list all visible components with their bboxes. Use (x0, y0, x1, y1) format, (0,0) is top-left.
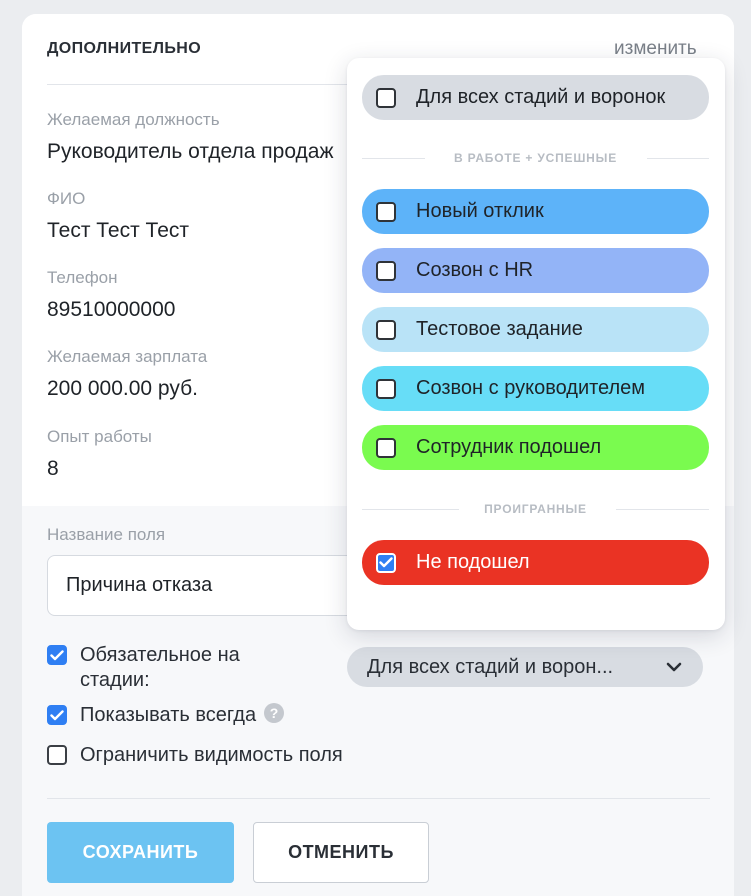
option-checkbox[interactable] (376, 378, 396, 399)
field-label-position: Желаемая должность (47, 110, 220, 129)
field-label-salary: Желаемая зарплата (47, 347, 208, 366)
restrict-label: Ограничить видимость поля (80, 744, 343, 766)
always-show-label: Показывать всегда (80, 704, 257, 726)
required-checkbox[interactable] (47, 645, 67, 665)
dropdown-option-stage[interactable]: Тестовое задание (362, 307, 709, 352)
checkmark-icon (50, 709, 64, 720)
stage-select[interactable]: Для всех стадий и ворон... (347, 647, 703, 687)
option-label: Созвон с руководителем (416, 377, 646, 399)
help-icon[interactable]: ? (264, 703, 285, 723)
always-show-checkbox-row[interactable]: Показывать всегда ? (47, 703, 285, 728)
restrict-checkbox-row[interactable]: Ограничить видимость поля (47, 743, 343, 768)
required-checkbox-row[interactable]: Обязательное на стадии: (47, 643, 307, 693)
checkmark-icon (50, 649, 64, 660)
option-checkbox[interactable] (376, 319, 396, 340)
dropdown-option-stage[interactable]: Новый отклик (362, 189, 709, 234)
dropdown-option-stage[interactable]: Не подошел (362, 540, 709, 585)
dropdown-option-all[interactable]: Для всех стадий и воронок (362, 75, 709, 120)
option-checkbox[interactable] (376, 552, 396, 573)
field-value-position: Руководитель отдела продаж (47, 140, 334, 163)
option-label: Сотрудник подошел (416, 436, 602, 458)
divider (47, 798, 710, 799)
dropdown-option-stage[interactable]: Сотрудник подошел (362, 425, 709, 470)
edit-link[interactable]: изменить (614, 38, 697, 60)
field-label-experience: Опыт работы (47, 427, 152, 446)
option-label: Созвон с HR (416, 259, 534, 281)
group-header-lost: ПРОИГРАННЫЕ (362, 502, 709, 516)
option-checkbox[interactable] (376, 87, 396, 108)
option-checkbox[interactable] (376, 201, 396, 222)
field-value-experience: 8 (47, 457, 59, 480)
checkmark-icon (379, 557, 393, 568)
option-label: Тестовое задание (416, 318, 583, 340)
dropdown-option-stage[interactable]: Созвон с руководителем (362, 366, 709, 411)
field-label-name: ФИО (47, 189, 86, 208)
restrict-checkbox[interactable] (47, 745, 67, 765)
field-value-phone: 89510000000 (47, 298, 176, 321)
save-button[interactable]: СОХРАНИТЬ (47, 822, 234, 883)
always-show-checkbox[interactable] (47, 705, 67, 725)
cancel-button[interactable]: ОТМЕНИТЬ (253, 822, 429, 883)
field-value-name: Тест Тест Тест (47, 219, 190, 242)
chevron-down-icon (666, 662, 682, 672)
group-label: В РАБОТЕ + УСПЕШНЫЕ (453, 151, 618, 165)
field-label-phone: Телефон (47, 268, 118, 287)
divider (47, 84, 367, 85)
field-value-salary: 200 000.00 руб. (47, 377, 198, 400)
option-checkbox[interactable] (376, 260, 396, 281)
stage-dropdown: Для всех стадий и воронок В РАБОТЕ + УСП… (347, 58, 725, 630)
field-name-label: Название поля (47, 525, 166, 544)
section-title: ДОПОЛНИТЕЛЬНО (47, 40, 202, 57)
option-label: Для всех стадий и воронок (416, 86, 666, 108)
dropdown-option-stage[interactable]: Созвон с HR (362, 248, 709, 293)
option-checkbox[interactable] (376, 437, 396, 458)
option-label: Не подошел (416, 551, 530, 573)
group-header-active: В РАБОТЕ + УСПЕШНЫЕ (362, 151, 709, 165)
stage-select-value: Для всех стадий и ворон... (367, 655, 614, 678)
group-label: ПРОИГРАННЫЕ (484, 502, 587, 516)
required-label: Обязательное на стадии: (80, 644, 240, 691)
field-name-input[interactable]: Причина отказа (47, 555, 367, 616)
option-label: Новый отклик (416, 200, 544, 222)
